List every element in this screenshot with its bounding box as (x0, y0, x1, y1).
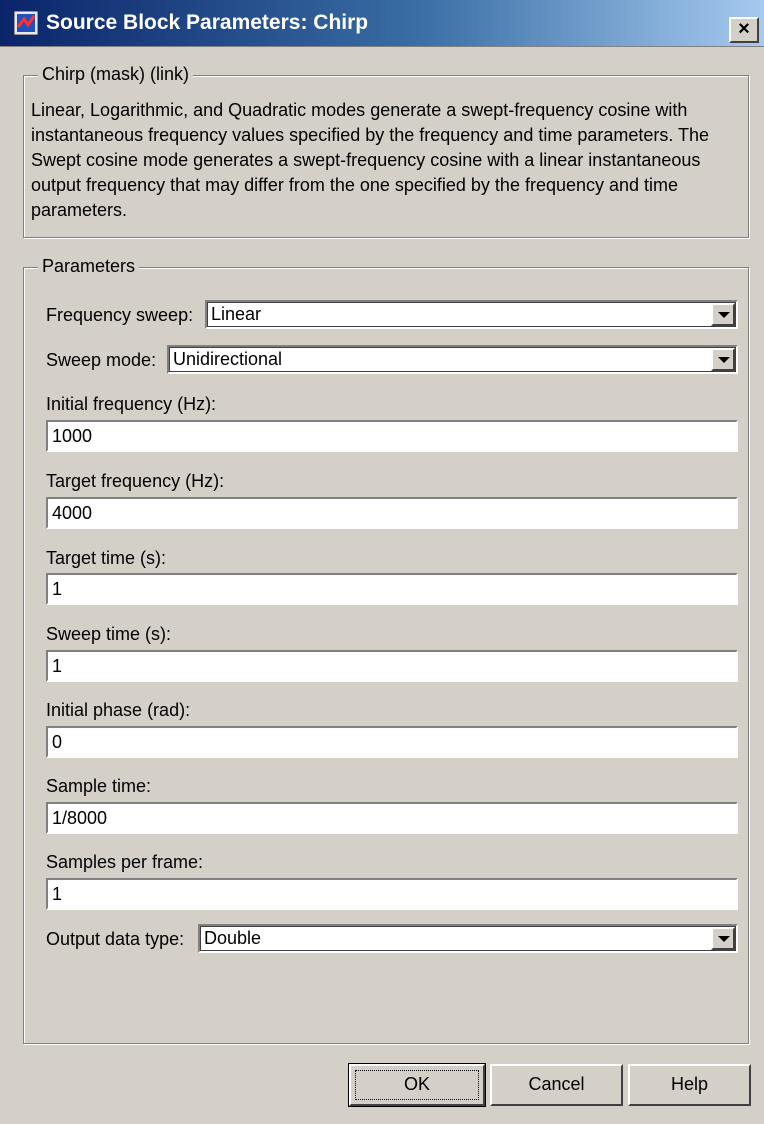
sweep-time-field[interactable]: 1 (46, 650, 738, 682)
chevron-down-icon[interactable] (711, 348, 735, 371)
cancel-button-label: Cancel (528, 1074, 585, 1094)
sweep-mode-value: Unidirectional (173, 349, 283, 369)
sweep-time-label: Sweep time (s): (46, 624, 172, 644)
chevron-down-icon[interactable] (711, 303, 735, 326)
samples-per-frame-label: Samples per frame: (46, 852, 204, 872)
description-group: Chirp (mask) (link) Linear, Logarithmic,… (23, 64, 749, 238)
help-button[interactable]: Help (628, 1064, 751, 1106)
block-description: Linear, Logarithmic, and Quadratic modes… (31, 100, 710, 220)
close-icon: × (738, 18, 750, 40)
parameters-group-legend: Parameters (38, 256, 140, 277)
sweep-mode-label: Sweep mode: (46, 350, 157, 370)
output-data-type-dropdown[interactable]: Double (198, 924, 738, 953)
help-button-label: Help (670, 1074, 709, 1094)
close-button[interactable]: × (729, 17, 759, 43)
title-bar[interactable]: Source Block Parameters: Chirp × (0, 0, 764, 47)
output-data-type-value: Double (204, 928, 262, 948)
sample-time-label: Sample time: (46, 776, 152, 796)
target-time-field[interactable]: 1 (46, 573, 738, 605)
output-data-type-label: Output data type: (46, 929, 185, 949)
target-time-label: Target time (s): (46, 548, 167, 568)
frequency-sweep-value: Linear (211, 304, 262, 324)
chevron-down-icon[interactable] (711, 927, 735, 950)
samples-per-frame-field[interactable]: 1 (46, 878, 738, 910)
ok-button[interactable]: OK (348, 1063, 486, 1107)
initial-frequency-field[interactable]: 1000 (46, 420, 738, 452)
initial-phase-label: Initial phase (rad): (46, 700, 191, 720)
initial-phase-field[interactable]: 0 (46, 726, 738, 758)
cancel-button[interactable]: Cancel (490, 1064, 623, 1106)
initial-frequency-label: Initial frequency (Hz): (46, 394, 217, 414)
window-title: Source Block Parameters: Chirp (46, 11, 369, 34)
simulink-app-icon (14, 11, 38, 35)
focus-rectangle (355, 1070, 479, 1100)
target-frequency-field[interactable]: 4000 (46, 497, 738, 529)
description-group-legend: Chirp (mask) (link) (38, 64, 194, 85)
sample-time-field[interactable]: 1/8000 (46, 802, 738, 834)
sweep-mode-dropdown[interactable]: Unidirectional (167, 345, 738, 374)
target-frequency-label: Target frequency (Hz): (46, 471, 225, 491)
frequency-sweep-label: Frequency sweep: (46, 305, 194, 325)
frequency-sweep-dropdown[interactable]: Linear (205, 300, 738, 329)
